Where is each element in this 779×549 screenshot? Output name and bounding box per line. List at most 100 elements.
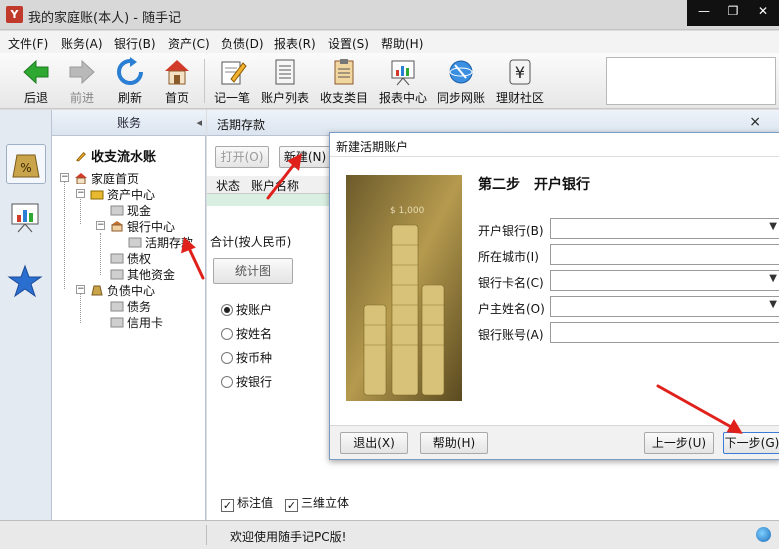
tree-credit-card[interactable]: 信用卡 (110, 314, 163, 331)
favorites-tab[interactable] (6, 262, 46, 302)
community-label: 理财社区 (495, 91, 544, 105)
next-step-button[interactable]: 下一步(G) (723, 432, 779, 454)
menu-file[interactable]: 文件(F) (8, 35, 48, 52)
home-label: 首页 (164, 91, 189, 105)
dialog-step-title: 第二步 开户银行 (478, 177, 590, 193)
tree-liabilities[interactable]: 负债中心 (90, 282, 155, 299)
collapse-toggle[interactable]: − (76, 285, 85, 294)
account-number-label: 银行账号(A) (478, 328, 544, 342)
account-number-input[interactable] (550, 322, 779, 343)
collapse-icon[interactable]: ◂ (196, 110, 202, 136)
folder-icon (110, 253, 124, 264)
menu-bar: 文件(F) 账务(A) 银行(B) 资产(C) 负债(D) 报表(R) 设置(S… (0, 31, 779, 53)
folder-icon (110, 205, 124, 216)
sync-button[interactable]: 同步网账 (435, 55, 487, 107)
record-button[interactable]: 记一笔 (210, 55, 254, 107)
close-icon[interactable]: × (749, 114, 761, 130)
city-input[interactable] (550, 244, 779, 265)
income-expense-link[interactable]: 收支流水账 (74, 146, 156, 165)
folder-icon (110, 269, 124, 280)
col-status: 状态 (216, 179, 241, 193)
refresh-button[interactable]: 刷新 (108, 55, 152, 107)
yuan-sign-icon: ¥ (509, 59, 531, 85)
dialog-title: 新建活期账户 (336, 140, 409, 154)
tree-bank[interactable]: 银行中心 (110, 218, 175, 235)
menu-accounts[interactable]: 账务(A) (61, 35, 103, 52)
star-icon (7, 264, 43, 298)
collapse-toggle[interactable]: − (76, 189, 85, 198)
tree-connector (80, 293, 81, 323)
menu-help[interactable]: 帮助(H) (381, 35, 423, 52)
tree-debts[interactable]: 债务 (110, 298, 151, 315)
menu-reports[interactable]: 报表(R) (274, 35, 316, 52)
show-values-checkbox[interactable]: ✓ 标注值 (221, 494, 273, 512)
minimize-icon[interactable]: — (689, 0, 719, 22)
option-label: 按账户 (236, 303, 273, 317)
status-divider (206, 525, 207, 545)
search-box[interactable] (606, 57, 776, 105)
house-icon (75, 173, 87, 184)
tree-home[interactable]: 家庭首页 (74, 170, 139, 187)
coins-banner-image: $ 1,000 (346, 175, 462, 401)
nav-panel: 账务 ◂ 收支流水账 − 家庭首页 − 资产中心 现金 − 银行中心 活期存款 … (52, 110, 206, 520)
accounts-tab[interactable]: % (6, 144, 46, 184)
stats-chart-tab[interactable]: 统计图 (213, 258, 293, 284)
exit-button[interactable]: 退出(X) (340, 432, 408, 454)
option-by-name[interactable]: 按姓名 (221, 325, 272, 342)
tree-other-funds[interactable]: 其他资金 (110, 266, 175, 283)
income-expense-label: 收支流水账 (91, 150, 157, 165)
menu-assets[interactable]: 资产(C) (168, 35, 210, 52)
checkmark-icon: ✓ (285, 499, 298, 512)
community-button[interactable]: ¥ 理财社区 (494, 55, 546, 107)
reports-tab[interactable] (6, 198, 46, 238)
card-name-label: 银行卡名(C) (478, 276, 544, 290)
tree-assets[interactable]: 资产中心 (90, 186, 155, 203)
maximize-icon[interactable]: ❐ (718, 0, 748, 22)
prev-step-button[interactable]: 上一步(U) (644, 432, 714, 454)
option-by-currency[interactable]: 按币种 (221, 349, 272, 366)
tree-claims[interactable]: 债权 (110, 250, 151, 267)
checkbox-label: 三维立体 (301, 496, 350, 510)
checkbox-label: 标注值 (237, 496, 274, 510)
table-row[interactable] (207, 194, 337, 206)
tree-claims-label: 债权 (127, 252, 152, 266)
collapse-toggle[interactable]: − (60, 173, 69, 182)
forward-button[interactable]: 前进 (60, 55, 104, 107)
open-button[interactable]: 打开(O) (215, 146, 269, 168)
account-list-button[interactable]: 账户列表 (259, 55, 311, 107)
owner-name-label: 户主姓名(O) (478, 302, 545, 316)
radio-icon (221, 328, 233, 340)
left-rail: % (0, 110, 52, 520)
report-center-button[interactable]: 报表中心 (377, 55, 429, 107)
collapse-toggle[interactable]: − (96, 221, 105, 230)
tree-other-funds-label: 其他资金 (127, 268, 176, 282)
help-button[interactable]: 帮助(H) (420, 432, 488, 454)
menu-settings[interactable]: 设置(S) (328, 35, 369, 52)
category-button[interactable]: 收支类目 (318, 55, 370, 107)
close-icon[interactable]: ✕ (748, 0, 778, 22)
new-button[interactable]: 新建(N) (279, 146, 331, 168)
tree-debts-label: 债务 (127, 300, 152, 314)
back-button[interactable]: 后退 (14, 55, 58, 107)
window-controls: — ❐ ✕ (687, 0, 779, 26)
tree-cash[interactable]: 现金 (110, 202, 151, 219)
banner-text: $ 1,000 (390, 206, 425, 216)
3d-checkbox[interactable]: ✓ 三维立体 (285, 494, 349, 512)
svg-text:¥: ¥ (515, 63, 525, 82)
back-arrow-icon (23, 59, 49, 85)
tree-current-deposit[interactable]: 活期存款 (128, 234, 193, 251)
satellite-globe-icon (449, 60, 473, 84)
card-name-select[interactable]: ▼ (550, 270, 779, 291)
tree-credit-card-label: 信用卡 (127, 316, 164, 330)
home-button[interactable]: 首页 (155, 55, 199, 107)
option-by-account[interactable]: 按账户 (221, 301, 272, 318)
radio-icon (221, 304, 233, 316)
menu-bank[interactable]: 银行(B) (114, 35, 156, 52)
money-bag-icon: % (12, 154, 40, 178)
bank-label: 开户银行(B) (478, 224, 544, 238)
menu-liabilities[interactable]: 负债(D) (221, 35, 264, 52)
owner-name-select[interactable]: ▼ (550, 296, 779, 317)
bank-select[interactable]: ▼ (550, 218, 779, 239)
globe-icon[interactable] (756, 527, 771, 542)
option-by-bank[interactable]: 按银行 (221, 373, 272, 390)
